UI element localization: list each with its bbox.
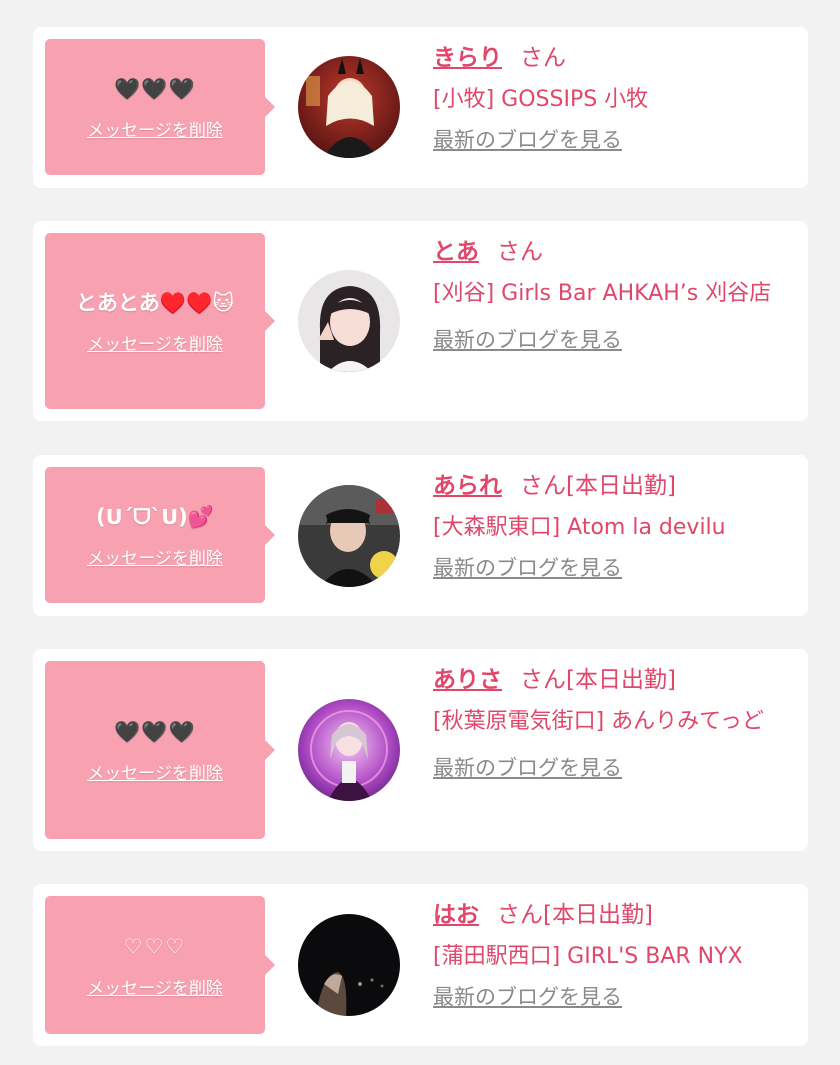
avatar[interactable] xyxy=(298,56,400,158)
message-text: 🖤🖤🖤 xyxy=(114,76,196,101)
member-info: とあ さん [刈谷] Girls Bar AHKAH’s 刈谷店 最新のブログを見… xyxy=(433,236,793,354)
message-bubble: 🖤🖤🖤 メッセージを削除 xyxy=(45,39,275,175)
member-info: はお さん[本日出勤] [蒲田駅西口] GIRL'S BAR NYX 最新のブログ… xyxy=(433,899,793,1011)
name-row: きらり さん xyxy=(433,42,793,74)
member-name-link[interactable]: あられ xyxy=(433,473,502,499)
avatar[interactable] xyxy=(298,270,400,372)
latest-blog-link[interactable]: 最新のブログを見る xyxy=(433,324,622,354)
delete-message-link[interactable]: メッセージを削除 xyxy=(87,974,223,999)
member-name-link[interactable]: きらり xyxy=(433,45,502,71)
member-name-link[interactable]: とあ xyxy=(433,239,479,265)
message-text: (ᑌ´ᗜ`ᑌ)💕 xyxy=(96,504,214,529)
avatar-photo xyxy=(298,56,400,158)
name-suffix: さん[本日出勤] xyxy=(520,473,676,499)
message-bubble: ♡♡♡ メッセージを削除 xyxy=(45,896,275,1034)
message-card: ♡♡♡ メッセージを削除 はお さん[本日出勤] [蒲田駅西口] GIRL'S B… xyxy=(33,884,808,1046)
avatar-photo xyxy=(298,270,400,372)
message-bubble: とあとあ♥️♥️🐱 メッセージを削除 xyxy=(45,233,275,409)
shop-name: [大森駅東口] Atom la devilu xyxy=(433,515,726,540)
name-suffix: さん xyxy=(497,239,543,265)
latest-blog-link[interactable]: 最新のブログを見る xyxy=(433,552,622,582)
name-suffix: さん xyxy=(520,45,566,71)
message-bubble: 🖤🖤🖤 メッセージを削除 xyxy=(45,661,275,839)
name-row: ありさ さん[本日出勤] xyxy=(433,664,793,696)
message-card: 🖤🖤🖤 メッセージを削除 きらり さん [小牧] GOSSIPS 小牧 最新のブロ… xyxy=(33,27,808,188)
member-info: きらり さん [小牧] GOSSIPS 小牧 最新のブログを見る xyxy=(433,42,793,154)
latest-blog-link[interactable]: 最新のブログを見る xyxy=(433,981,622,1011)
message-text: 🖤🖤🖤 xyxy=(114,719,196,744)
shop-name: [小牧] GOSSIPS 小牧 xyxy=(433,87,649,112)
avatar-photo xyxy=(298,914,400,1016)
avatar[interactable] xyxy=(298,699,400,801)
member-info: あられ さん[本日出勤] [大森駅東口] Atom la devilu 最新のブロ… xyxy=(433,470,793,582)
member-name-link[interactable]: ありさ xyxy=(433,667,502,693)
name-row: とあ さん xyxy=(433,236,793,268)
member-name-link[interactable]: はお xyxy=(433,902,479,928)
delete-message-link[interactable]: メッセージを削除 xyxy=(87,330,223,355)
message-text: ♡♡♡ xyxy=(123,934,187,959)
name-row: あられ さん[本日出勤] xyxy=(433,470,793,502)
message-text: とあとあ♥️♥️🐱 xyxy=(75,290,235,315)
shop-name: [秋葉原電気街口] あんりみてっど xyxy=(433,709,764,734)
avatar[interactable] xyxy=(298,485,400,587)
message-card: 🖤🖤🖤 メッセージを削除 ありさ さん[本日出勤] [秋葉原電気街口] あんりみて… xyxy=(33,649,808,851)
message-bubble: (ᑌ´ᗜ`ᑌ)💕 メッセージを削除 xyxy=(45,467,275,603)
shop-name: [蒲田駅西口] GIRL'S BAR NYX xyxy=(433,944,743,969)
delete-message-link[interactable]: メッセージを削除 xyxy=(87,759,223,784)
latest-blog-link[interactable]: 最新のブログを見る xyxy=(433,124,622,154)
name-row: はお さん[本日出勤] xyxy=(433,899,793,931)
message-card: とあとあ♥️♥️🐱 メッセージを削除 とあ さん [刈谷] Girls Bar A… xyxy=(33,221,808,421)
member-info: ありさ さん[本日出勤] [秋葉原電気街口] あんりみてっど 最新のブログを見る xyxy=(433,664,793,782)
delete-message-link[interactable]: メッセージを削除 xyxy=(87,116,223,141)
latest-blog-link[interactable]: 最新のブログを見る xyxy=(433,752,622,782)
delete-message-link[interactable]: メッセージを削除 xyxy=(87,544,223,569)
name-suffix: さん[本日出勤] xyxy=(497,902,653,928)
shop-name: [刈谷] Girls Bar AHKAH’s 刈谷店 xyxy=(433,281,772,306)
message-card: (ᑌ´ᗜ`ᑌ)💕 メッセージを削除 あられ さん[本日出勤] [大森駅東口] At… xyxy=(33,455,808,616)
avatar[interactable] xyxy=(298,914,400,1016)
avatar-photo xyxy=(298,485,400,587)
avatar-photo xyxy=(298,699,400,801)
name-suffix: さん[本日出勤] xyxy=(520,667,676,693)
